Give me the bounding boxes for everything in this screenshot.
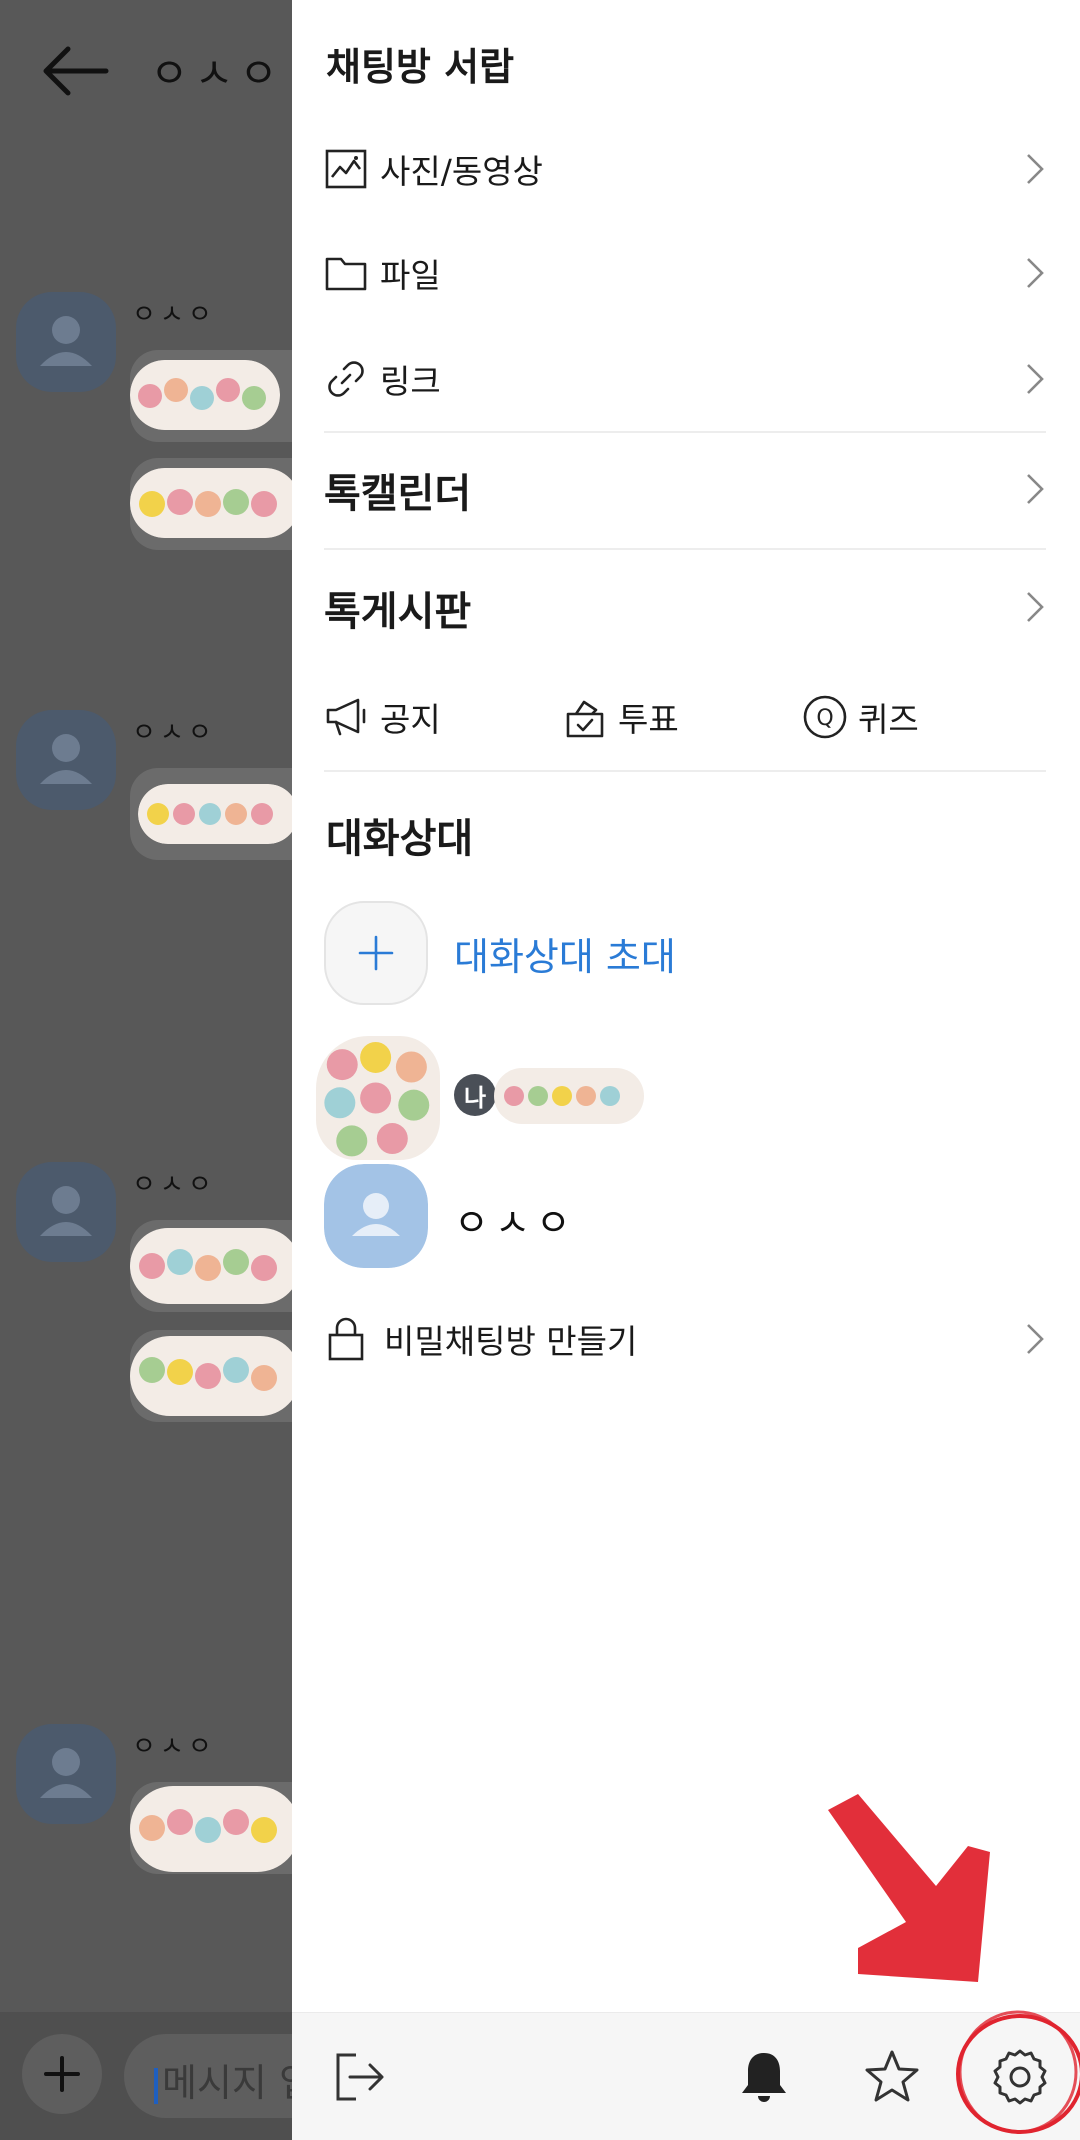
redaction-blur — [130, 1336, 300, 1416]
talk-calendar-label: 톡캘린더 — [324, 471, 472, 517]
drawer-item-files[interactable]: 파일 — [324, 228, 1046, 318]
folder-icon — [325, 257, 367, 291]
avatar[interactable] — [16, 1162, 116, 1262]
vote-label: 투표 — [618, 700, 679, 739]
talk-board-row[interactable]: 톡게시판 — [324, 558, 1046, 658]
quiz-button[interactable]: Q 퀴즈 — [802, 690, 919, 744]
redaction-blur — [138, 784, 298, 844]
sender-name: ㅇㅅㅇ — [132, 1732, 216, 1762]
drawer-title: 채팅방 서랍 — [326, 45, 515, 89]
plus-icon — [358, 935, 394, 971]
sender-name: ㅇㅅㅇ — [132, 718, 216, 748]
divider — [324, 548, 1046, 550]
chevron-right-icon — [1027, 154, 1044, 184]
star-icon — [865, 2050, 919, 2102]
notification-button[interactable] — [724, 2037, 804, 2117]
create-secret-chat-row[interactable]: 비밀채팅방 만들기 — [324, 1294, 1046, 1384]
talk-calendar-row[interactable]: 톡캘린더 — [324, 440, 1046, 540]
drawer-item-label: 링크 — [380, 362, 441, 401]
invite-plus-button[interactable] — [324, 901, 428, 1005]
svg-text:Q: Q — [816, 706, 833, 731]
back-arrow-icon[interactable] — [40, 45, 110, 97]
quiz-label: 퀴즈 — [858, 700, 919, 739]
chat-room-title: ㅇㅅㅇ — [150, 49, 284, 98]
board-tools: 공지 투표 Q 퀴즈 — [324, 690, 1046, 744]
lock-icon — [328, 1317, 364, 1361]
drawer-item-links[interactable]: 링크 — [324, 334, 1046, 424]
divider — [324, 770, 1046, 772]
leave-room-button[interactable] — [320, 2037, 400, 2117]
photo-icon — [325, 149, 367, 189]
message-input-bar: 메시지 입 — [0, 2012, 344, 2140]
link-icon — [328, 361, 364, 397]
sender-name: ㅇㅅㅇ — [132, 1170, 216, 1200]
drawer-item-photos[interactable]: 사진/동영상 — [324, 124, 1046, 214]
redaction-blur — [130, 360, 280, 430]
sender-name: ㅇㅅㅇ — [132, 300, 216, 330]
create-secret-chat-label: 비밀채팅방 만들기 — [384, 1322, 638, 1361]
bell-icon — [742, 2053, 786, 2102]
me-badge: 나 — [454, 1074, 496, 1116]
talk-board-label: 톡게시판 — [324, 589, 472, 635]
member-row-me[interactable]: 나 — [316, 1036, 1024, 1160]
megaphone-icon — [326, 698, 366, 736]
members-section-title: 대화상대 — [326, 816, 474, 862]
chevron-right-icon — [1027, 364, 1044, 394]
attach-plus-button[interactable] — [22, 2034, 102, 2114]
vote-icon — [566, 700, 604, 738]
annotation-circle — [956, 2010, 1080, 2134]
redaction-blur — [494, 1068, 644, 1124]
invite-member-label: 대화상대 초대 — [454, 934, 676, 979]
notice-label: 공지 — [380, 700, 441, 739]
chevron-right-icon — [1027, 474, 1044, 504]
avatar[interactable] — [16, 1724, 116, 1824]
annotation-arrow — [828, 1794, 990, 1982]
redaction-blur — [130, 1786, 300, 1872]
chevron-right-icon — [1027, 258, 1044, 288]
favorite-button[interactable] — [852, 2037, 932, 2117]
quiz-icon: Q — [803, 695, 847, 739]
avatar[interactable] — [16, 292, 116, 392]
chat-header: ㅇㅅㅇ — [0, 0, 300, 150]
redaction-blur — [130, 1228, 300, 1304]
text-caret — [154, 2067, 158, 2104]
divider — [324, 431, 1046, 433]
plus-icon — [44, 2056, 80, 2092]
notice-button[interactable]: 공지 — [324, 690, 441, 744]
vote-button[interactable]: 투표 — [562, 690, 679, 744]
avatar — [324, 1164, 428, 1268]
drawer-item-label: 파일 — [380, 256, 441, 295]
chevron-right-icon — [1027, 592, 1044, 622]
redaction-blur — [130, 468, 300, 538]
avatar[interactable] — [16, 710, 116, 810]
avatar — [316, 1036, 440, 1160]
exit-icon — [336, 2053, 384, 2101]
drawer-item-label: 사진/동영상 — [380, 152, 543, 191]
invite-member-button[interactable]: 대화상대 초대 — [324, 900, 924, 1006]
member-name: ㅇㅅㅇ — [454, 1201, 577, 1245]
member-row[interactable]: ㅇㅅㅇ — [324, 1164, 1024, 1274]
chevron-right-icon — [1027, 1324, 1044, 1354]
